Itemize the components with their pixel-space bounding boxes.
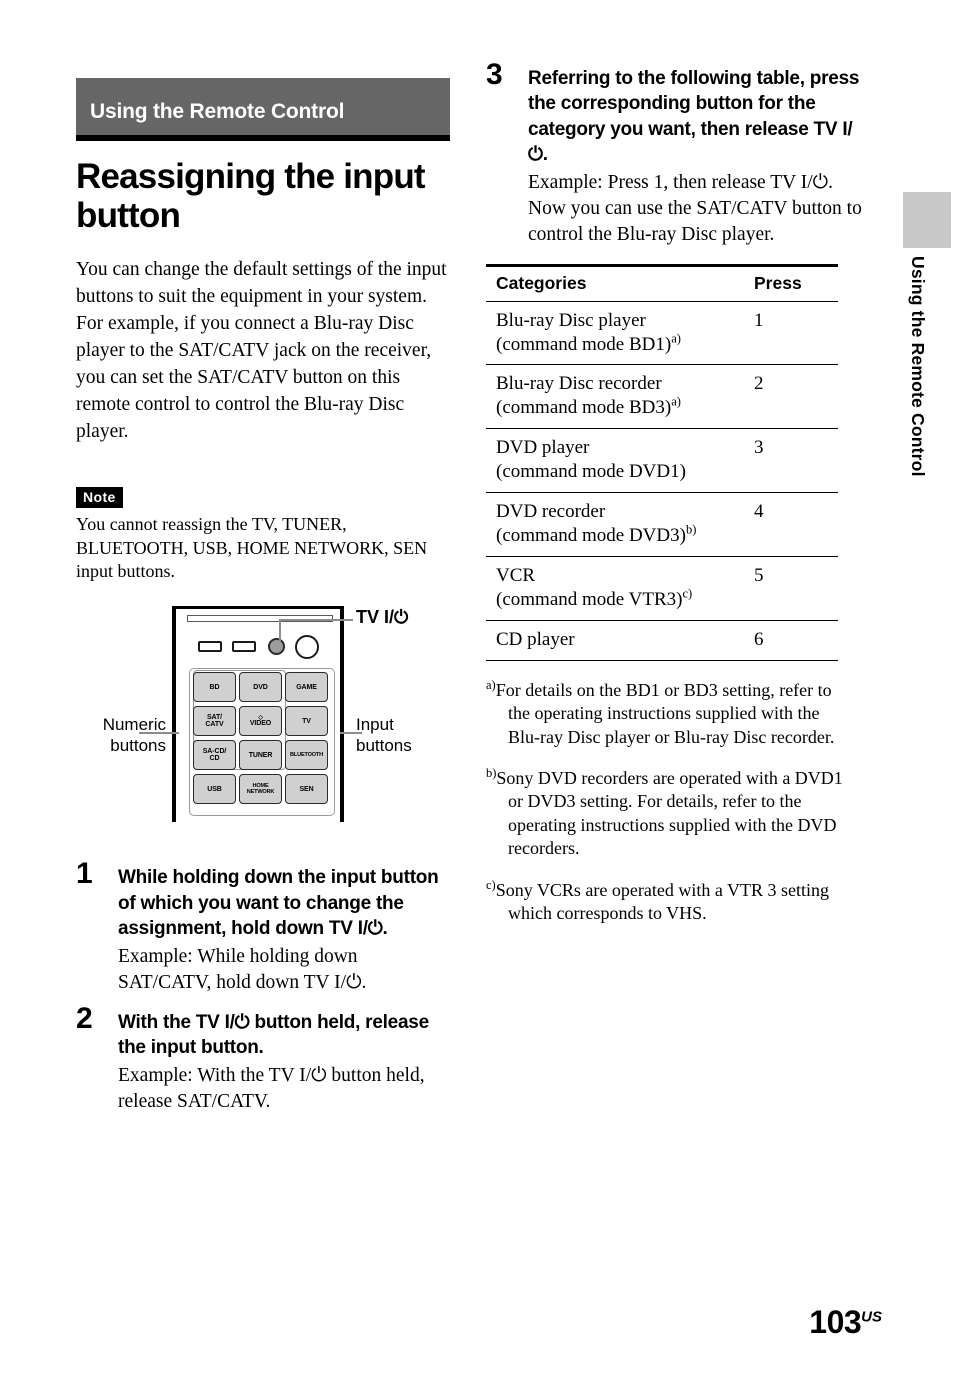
table-row: Blu-ray Disc player (command mode BD1)a) 1	[486, 301, 838, 366]
section-header-block: Using the Remote Control	[76, 78, 450, 142]
remote-round-button	[295, 635, 319, 660]
step-2: 2 With the TV I/⏻ button held, release t…	[76, 1003, 450, 1115]
table-row: VCR (command mode VTR3)c) 5	[486, 556, 838, 621]
note-text: You cannot reassign the TV, TUNER, BLUET…	[76, 514, 428, 582]
step-2-heading: With the TV I/⏻ button held, release the…	[118, 1011, 429, 1059]
side-tab: Using the Remote Control	[903, 192, 951, 477]
table-cell-press: 4	[738, 492, 838, 558]
table-cell-category: DVD player (command mode DVD1)	[486, 428, 738, 494]
step-1-heading: While holding down the input button of w…	[118, 867, 439, 940]
table-cell-footnote-marker: a)	[671, 331, 681, 346]
footnote-marker: b)	[486, 766, 497, 781]
step-1: 1 While holding down the input button of…	[76, 859, 450, 995]
table-header-row: Categories Press	[486, 263, 838, 302]
page-number-region: US	[861, 1308, 882, 1326]
remote-button-grid: BD DVD GAME SAT/CATV ◇ VIDEO TV SA-CD/CD …	[193, 672, 332, 805]
table-cell-category: Blu-ray Disc recorder (command mode BD3)a…	[486, 364, 738, 430]
remote-mini-button-1	[198, 641, 222, 653]
side-tab-label: Using the Remote Control	[908, 256, 928, 477]
note-block: Note You cannot reassign the TV, TUNER, …	[76, 465, 450, 583]
remote-button-tv: TV	[285, 706, 328, 737]
section-header-title: Using the Remote Control	[76, 78, 450, 136]
table-cell-category: VCR (command mode VTR3)c)	[486, 556, 738, 621]
remote-button-game: GAME	[285, 672, 328, 703]
table-header-press: Press	[738, 263, 838, 302]
leader-line-tv-power-vertical	[279, 619, 281, 642]
remote-button-sen: SEN	[285, 774, 328, 805]
step-2-body: Example: With the TV I/⏻ button held, re…	[118, 1064, 425, 1112]
step-3-body: Example: Press 1, then release TV I/⏻. N…	[528, 171, 862, 245]
step-3-number: 3	[486, 58, 503, 91]
remote-body-outline: BD DVD GAME SAT/CATV ◇ VIDEO TV SA-CD/CD …	[172, 606, 344, 823]
remote-button-sat-catv: SAT/CATV	[193, 706, 236, 737]
table-cell-press: 3	[738, 428, 838, 494]
footnote-item: c)Sony VCRs are operated with a VTR 3 se…	[486, 877, 830, 924]
table-row: CD player 6	[486, 620, 838, 661]
footnote-item: a)For details on the BD1 or BD3 setting,…	[486, 677, 835, 747]
right-column: 3 Referring to the following table, pres…	[486, 60, 864, 926]
remote-button-bd: BD	[193, 672, 236, 703]
step-3-heading: Referring to the following table, press …	[528, 68, 860, 166]
table-cell-category: Blu-ray Disc player (command mode BD1)a)	[486, 301, 738, 366]
remote-button-bluetooth: BLUETOOTH	[285, 740, 328, 771]
step-1-number: 1	[76, 857, 93, 891]
table-row: Blu-ray Disc recorder (command mode BD3)a…	[486, 364, 838, 430]
intro-paragraph: You can change the default settings of t…	[76, 259, 447, 442]
leader-line-tv-power-horizontal	[279, 619, 353, 622]
remote-button-tuner: TUNER	[239, 740, 282, 771]
remote-button-dvd: DVD	[239, 672, 282, 703]
remote-button-sacd-cd: SA-CD/CD	[193, 740, 236, 771]
table-row: DVD recorder (command mode DVD3)b) 4	[486, 492, 838, 558]
figure-label-input-buttons: Input buttons	[356, 715, 412, 756]
remote-mini-button-2	[232, 641, 256, 653]
remote-control-diagram: BD DVD GAME SAT/CATV ◇ VIDEO TV SA-CD/CD …	[76, 601, 450, 839]
note-badge: Note	[76, 487, 123, 509]
remote-button-home-network: HOME NETWORK	[239, 774, 282, 805]
footnote-item: b)Sony DVD recorders are operated with a…	[486, 766, 843, 859]
table-cell-press: 5	[738, 556, 838, 621]
footnote-marker: a)	[486, 677, 496, 692]
tv-power-button	[268, 638, 285, 656]
section-header-rule	[76, 135, 450, 142]
step-3: 3 Referring to the following table, pres…	[486, 60, 864, 248]
categories-table: Categories Press Blu-ray Disc player (com…	[486, 263, 838, 661]
table-cell-category: DVD recorder (command mode DVD3)b)	[486, 492, 738, 558]
figure-label-numeric-buttons: Numeric buttons	[102, 715, 166, 756]
step-2-number: 2	[76, 1001, 93, 1035]
table-cell-footnote-marker: b)	[685, 522, 697, 537]
step-1-body: Example: While holding down SAT/CATV, ho…	[118, 945, 367, 993]
left-column: Using the Remote Control Reassigning the…	[76, 78, 450, 1114]
table-header-categories: Categories	[486, 263, 738, 302]
table-row: DVD player (command mode DVD1) 3	[486, 428, 838, 494]
footnote-marker: c)	[486, 877, 496, 892]
table-cell-category: CD player	[486, 620, 738, 661]
table-cell-footnote-marker: a)	[671, 395, 681, 410]
footnotes-list: a)For details on the BD1 or BD3 setting,…	[486, 679, 846, 926]
remote-button-usb: USB	[193, 774, 236, 805]
table-cell-press: 2	[738, 364, 838, 430]
figure-label-tv-power: TV I/⏻	[356, 607, 409, 628]
table-cell-press: 1	[738, 301, 838, 366]
table-cell-footnote-marker: c)	[682, 586, 693, 601]
table-cell-press: 6	[738, 620, 838, 661]
page-number: 103US	[809, 1304, 882, 1341]
table-body: Blu-ray Disc player (command mode BD1)a) 1…	[486, 301, 838, 661]
page-number-value: 103	[809, 1304, 862, 1340]
remote-button-video: ◇ VIDEO	[239, 706, 282, 737]
side-tab-block	[903, 192, 951, 248]
page-title: Reassigning the input button	[76, 157, 426, 236]
table-head: Categories Press	[486, 263, 838, 302]
